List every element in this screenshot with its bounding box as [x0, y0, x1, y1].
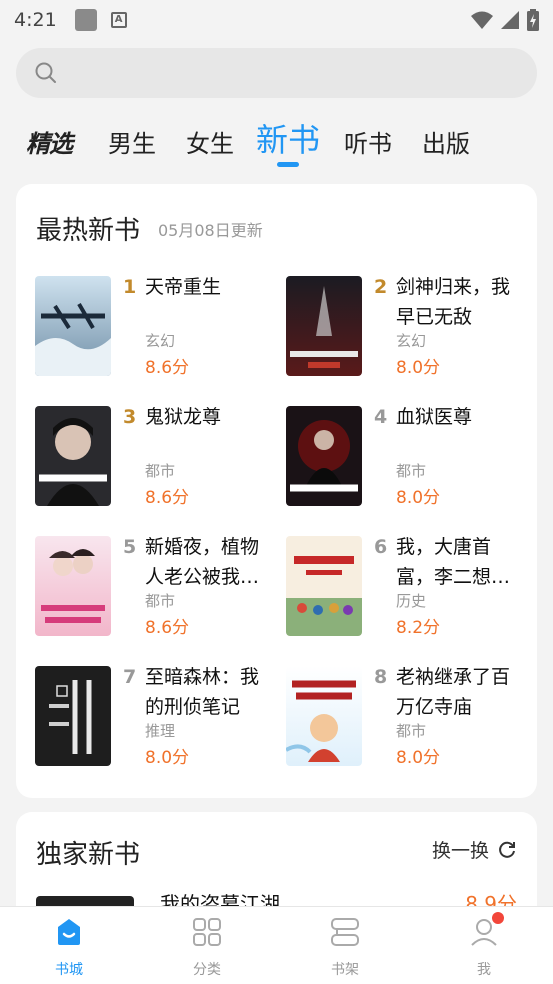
book-rank: 6 — [374, 536, 388, 558]
book-cover — [35, 276, 111, 376]
notification-badge — [492, 912, 504, 924]
book-score: 8.0分 — [396, 488, 441, 508]
book-cover — [286, 666, 362, 766]
book-category: 都市 — [396, 462, 427, 480]
nav-category[interactable]: 分类 — [167, 915, 247, 979]
book-cover — [286, 276, 362, 376]
book-rank: 4 — [374, 406, 388, 428]
book-item[interactable]: 8 老衲继承了百万亿寺庙 都市 8.0分 — [286, 666, 536, 776]
book-category: 都市 — [145, 462, 176, 480]
book-score: 8.6分 — [145, 358, 190, 378]
book-category: 都市 — [145, 592, 176, 610]
tab-audio[interactable]: 听书 — [344, 118, 392, 170]
book-rank: 5 — [123, 536, 137, 558]
book-item[interactable]: 2 剑神归来，我早已无敌 玄幻 8.0分 — [286, 276, 536, 386]
book-item[interactable]: 5 新婚夜，植物人老公被我… 都市 8.6分 — [35, 536, 285, 646]
nav-label: 分类 — [193, 962, 221, 978]
search-bar[interactable] — [16, 48, 537, 98]
refresh-button[interactable]: 换一换 — [432, 836, 517, 863]
book-rank: 3 — [123, 406, 137, 428]
book-score: 8.0分 — [396, 358, 441, 378]
grid-icon — [193, 918, 221, 946]
refresh-label: 换一换 — [431, 840, 489, 862]
book-cover — [286, 536, 362, 636]
nav-label: 书架 — [331, 962, 359, 978]
status-time: 4:21 — [14, 9, 57, 31]
book-category: 都市 — [396, 722, 427, 740]
book-score: 8.6分 — [145, 488, 190, 508]
book-title: 我，大唐首富，李二想… — [396, 536, 511, 588]
bottom-nav: 书城 分类 书架 我 — [0, 906, 553, 984]
book-title: 新婚夜，植物人老公被我… — [145, 536, 260, 588]
book-score: 8.6分 — [145, 618, 190, 638]
book-title: 血狱医尊 — [396, 406, 473, 428]
nav-bookstore[interactable]: 书城 — [29, 915, 109, 979]
shelf-icon — [331, 918, 359, 946]
tab-publishing[interactable]: 出版 — [422, 118, 470, 170]
book-title: 至暗森林：我的刑侦笔记 — [145, 666, 260, 718]
book-rank: 8 — [374, 666, 388, 688]
book-cover — [286, 406, 362, 506]
book-category: 玄幻 — [145, 332, 176, 350]
tab-female[interactable]: 女生 — [186, 118, 234, 170]
keyboard-icon: A — [110, 12, 127, 28]
book-score: 8.2分 — [396, 618, 441, 638]
book-category: 推理 — [145, 722, 176, 740]
hot-new-books-card: 最热新书 05月08日更新 1 天帝重生 玄幻 8.6分 2 剑神归来，我早已无… — [16, 184, 537, 798]
battery-icon — [527, 9, 539, 31]
tab-male[interactable]: 男生 — [108, 118, 156, 170]
book-rank: 7 — [123, 666, 137, 688]
book-item[interactable]: 6 我，大唐首富，李二想… 历史 8.2分 — [286, 536, 536, 646]
notification-icon — [74, 9, 97, 31]
refresh-icon — [499, 841, 515, 858]
book-score: 8.0分 — [396, 748, 441, 768]
book-score: 8.0分 — [145, 748, 190, 768]
signal-icon — [501, 11, 519, 29]
book-item[interactable]: 4 血狱医尊 都市 8.0分 — [286, 406, 536, 516]
nav-bookshelf[interactable]: 书架 — [305, 915, 385, 979]
book-cover — [35, 406, 111, 506]
book-category: 历史 — [396, 592, 427, 610]
nav-me[interactable]: 我 — [444, 912, 524, 979]
book-item[interactable]: 1 天帝重生 玄幻 8.6分 — [35, 276, 285, 386]
home-icon — [58, 919, 80, 945]
active-tab-indicator — [277, 162, 299, 167]
section-title: 独家新书 — [36, 840, 141, 870]
book-item[interactable]: 7 至暗森林：我的刑侦笔记 推理 8.0分 — [35, 666, 285, 776]
wifi-icon — [471, 11, 493, 29]
search-icon — [35, 62, 56, 83]
book-title: 天帝重生 — [145, 276, 222, 298]
category-tabs: 精选 男生 女生 新书 听书 出版 — [0, 118, 553, 174]
nav-label: 书城 — [55, 962, 83, 978]
book-title: 剑神归来，我早已无敌 — [396, 276, 511, 328]
book-category: 玄幻 — [396, 332, 427, 350]
section-title: 最热新书 — [36, 216, 141, 246]
status-bar: 4:21 A — [0, 0, 553, 40]
tab-featured[interactable]: 精选 — [26, 118, 73, 170]
book-title: 老衲继承了百万亿寺庙 — [396, 666, 511, 718]
book-rank: 1 — [123, 276, 137, 298]
book-item[interactable]: 3 鬼狱龙尊 都市 8.6分 — [35, 406, 285, 516]
tab-new-books[interactable]: 新书 — [256, 118, 320, 162]
update-date: 05月08日更新 — [158, 221, 263, 240]
book-title: 鬼狱龙尊 — [145, 406, 222, 428]
book-cover — [35, 666, 111, 766]
nav-label: 我 — [477, 962, 491, 978]
book-rank: 2 — [374, 276, 388, 298]
book-cover — [35, 536, 111, 636]
